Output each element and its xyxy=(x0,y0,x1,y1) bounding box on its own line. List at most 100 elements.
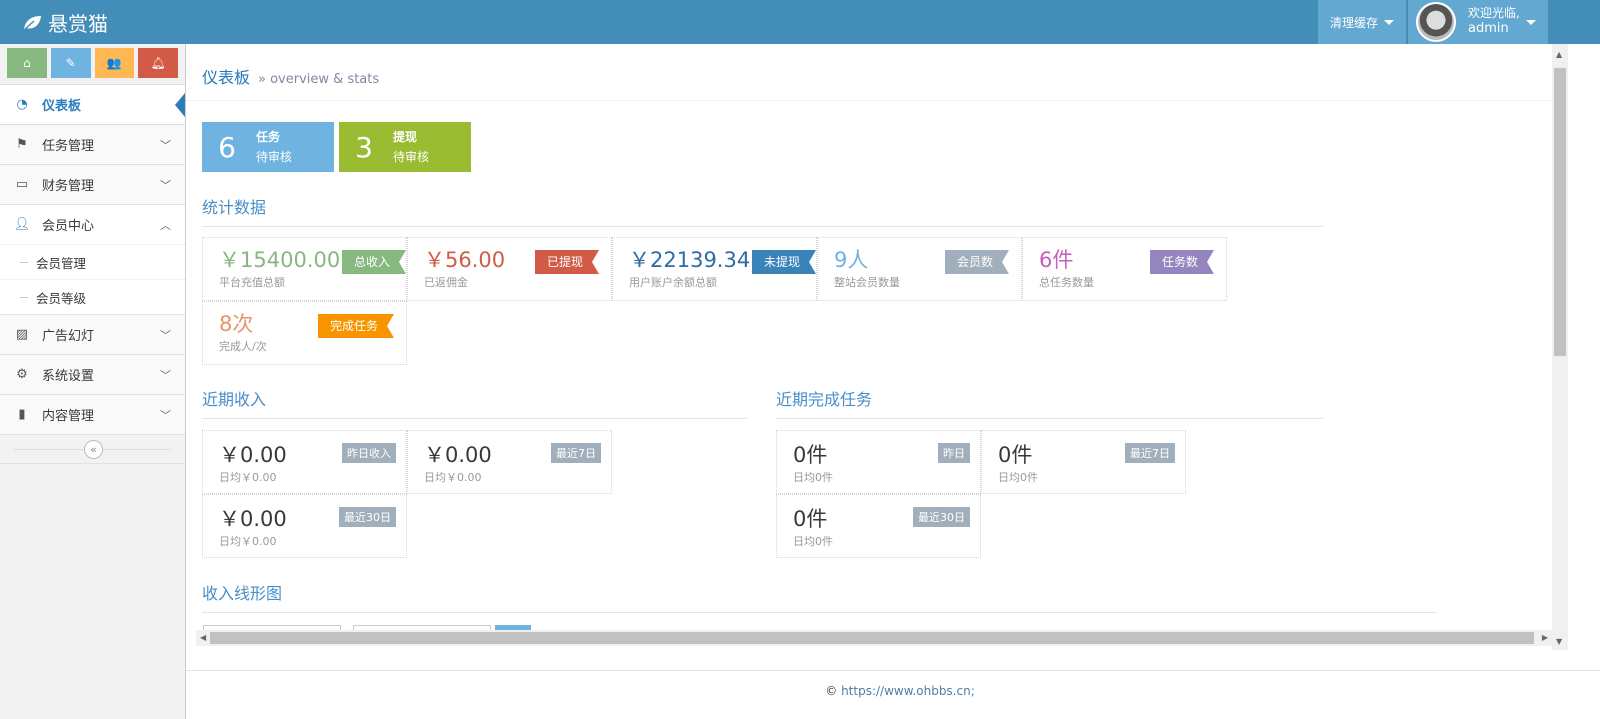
sidebar-collapse: « xyxy=(0,434,185,464)
bell-icon: 🔔︎ xyxy=(150,56,166,70)
clear-cache-button[interactable]: 清理缓存 xyxy=(1318,0,1406,44)
vertical-scrollbar[interactable]: ▲ ▼ xyxy=(1552,44,1568,650)
hdd-icon: ▭ xyxy=(15,177,29,192)
scrollbar-thumb[interactable] xyxy=(1554,68,1566,356)
sidebar-item-finance[interactable]: ▭ 财务管理 ﹀ xyxy=(0,164,185,204)
page-subtitle: » overview & stats xyxy=(258,72,380,87)
infobox-pending-tasks[interactable]: 6 任务待审核 xyxy=(202,122,334,172)
stat-box: 9人 整站会员数量 会员数 xyxy=(817,237,1022,301)
sidebar-item-label: 任务管理 xyxy=(42,139,95,154)
chevron-down-icon: ﹀ xyxy=(160,138,171,152)
leaf-icon xyxy=(23,15,41,31)
sidebar-item-settings[interactable]: ⚙ 系统设置 ﹀ xyxy=(0,354,185,394)
stat-desc: 平台充值总额 xyxy=(219,276,285,289)
income-box: ￥0.00 日均￥0.00 最近30日 xyxy=(202,494,407,558)
chevron-down-icon: ﹀ xyxy=(160,328,171,342)
collapse-button[interactable]: « xyxy=(84,440,103,459)
flag-icon: ⚑ xyxy=(16,137,28,152)
footer-link[interactable]: https://www.ohbbs.cn; xyxy=(841,684,975,698)
app-title: 悬赏猫 xyxy=(48,12,108,36)
infobox-sublabel: 待审核 xyxy=(256,150,293,164)
scroll-left-icon[interactable]: ◀ xyxy=(200,633,206,642)
income-box: ￥0.00 日均￥0.00 最近7日 xyxy=(407,430,612,494)
infobox-number: 3 xyxy=(355,130,373,164)
horizontal-scrollbar[interactable]: ◀ ▶ xyxy=(196,630,1552,646)
copyright-icon: © xyxy=(825,684,838,698)
clear-cache-label: 清理缓存 xyxy=(1329,15,1378,30)
scroll-right-icon[interactable]: ▶ xyxy=(1542,633,1548,642)
caret-down-icon xyxy=(1384,19,1394,25)
stat-desc: 已返佣金 xyxy=(424,276,468,289)
income-period-tag: 最近30日 xyxy=(339,507,396,527)
chevron-down-icon: ﹀ xyxy=(160,368,171,382)
stat-badge: 已提现 xyxy=(535,250,599,274)
pencil-icon: ✎ xyxy=(65,56,76,70)
sidebar-item-label: 广告幻灯 xyxy=(42,329,95,344)
footer: © https://www.ohbbs.cn; xyxy=(186,670,1600,719)
infobox-number: 6 xyxy=(218,130,236,164)
infobox-sublabel: 待审核 xyxy=(393,150,430,164)
sidebar-item-label: 系统设置 xyxy=(42,369,95,384)
home-icon: ⌂ xyxy=(23,56,31,70)
sidebar-subitem-member-level[interactable]: 会员等级 xyxy=(0,279,185,314)
stat-badge: 会员数 xyxy=(945,250,1009,274)
income-avg: 日均￥0.00 xyxy=(219,471,277,484)
chevron-down-icon: ﹀ xyxy=(160,408,171,422)
stat-box: ￥15400.00 平台充值总额 总收入 xyxy=(202,237,407,301)
avatar xyxy=(1416,2,1456,42)
username: admin xyxy=(1468,21,1509,36)
chevron-up-icon: ︿ xyxy=(160,218,171,232)
tasks-box: 0件 日均0件 最近30日 xyxy=(776,494,981,558)
tasks-period-tag: 最近7日 xyxy=(1125,443,1175,463)
scrollbar-thumb[interactable] xyxy=(210,632,1534,644)
page-header: 仪表板 » overview & stats xyxy=(186,44,1552,101)
tasks-box: 0件 日均0件 最近7日 xyxy=(981,430,1186,494)
stat-badge: 总收入 xyxy=(342,250,406,274)
section-income-title: 近期收入 xyxy=(202,386,747,419)
tasks-period-tag: 最近30日 xyxy=(913,507,970,527)
tasks-box: 0件 日均0件 昨日 xyxy=(776,430,981,494)
sidebar-subitem-member-manage[interactable]: 会员管理 xyxy=(0,244,185,279)
shortcut-edit-button[interactable]: ✎ xyxy=(50,48,91,78)
shortcut-notify-button[interactable]: 🔔︎ xyxy=(138,48,178,78)
sidebar-item-ads[interactable]: ▨ 广告幻灯 ﹀ xyxy=(0,314,185,354)
tasks-period-tag: 昨日 xyxy=(938,443,970,463)
dashboard-icon: ◔ xyxy=(16,97,28,112)
sidebar-item-label: 财务管理 xyxy=(42,179,95,194)
stat-box: 8次 完成人/次 完成任务 xyxy=(202,301,407,365)
scroll-up-icon[interactable]: ▲ xyxy=(1556,50,1562,59)
infobox-pending-withdraw[interactable]: 3 提现待审核 xyxy=(339,122,471,172)
section-chart-title: 收入线形图 xyxy=(202,580,1437,613)
income-avg: 日均￥0.00 xyxy=(219,535,277,548)
income-avg: 日均￥0.00 xyxy=(424,471,482,484)
shortcut-users-button[interactable]: 👥 xyxy=(94,48,135,78)
sidebar-item-content[interactable]: ▮ 内容管理 ﹀ xyxy=(0,394,185,434)
infobox-label: 任务 xyxy=(256,130,281,144)
income-period-tag: 昨日收入 xyxy=(342,443,396,463)
welcome-text: 欢迎光临, xyxy=(1468,6,1520,20)
sidebar-item-members[interactable]: 👤︎ 会员中心 ︿ xyxy=(0,204,185,244)
sidebar-item-dashboard[interactable]: ◔ 仪表板 xyxy=(0,84,185,124)
tasks-avg: 日均0件 xyxy=(998,471,1038,484)
user-icon: 👤︎ xyxy=(13,217,31,232)
sidebar-item-tasks[interactable]: ⚑ 任务管理 ﹀ xyxy=(0,124,185,164)
stat-desc: 总任务数量 xyxy=(1039,276,1094,289)
brand[interactable]: 悬赏猫 xyxy=(22,8,108,37)
stat-box: ￥56.00 已返佣金 已提现 xyxy=(407,237,612,301)
user-menu[interactable]: 欢迎光临, admin xyxy=(1408,0,1548,44)
stat-desc: 用户账户余额总额 xyxy=(629,276,717,289)
shortcut-home-button[interactable]: ⌂ xyxy=(7,48,47,78)
stat-desc: 完成人/次 xyxy=(219,340,267,353)
section-stats-title: 统计数据 xyxy=(202,194,1323,227)
tasks-avg: 日均0件 xyxy=(793,535,833,548)
caret-down-icon xyxy=(1526,20,1536,25)
income-period-tag: 最近7日 xyxy=(551,443,601,463)
sidebar-item-label: 仪表板 xyxy=(42,99,82,114)
sidebar-item-label: 会员中心 xyxy=(42,219,95,234)
chevron-down-icon: ﹀ xyxy=(160,178,171,192)
income-box: ￥0.00 日均￥0.00 昨日收入 xyxy=(202,430,407,494)
stat-desc: 整站会员数量 xyxy=(834,276,900,289)
scroll-down-icon[interactable]: ▼ xyxy=(1556,637,1562,646)
infobox-label: 提现 xyxy=(393,130,418,144)
top-navbar: 悬赏猫 清理缓存 欢迎光临, admin xyxy=(0,0,1600,44)
